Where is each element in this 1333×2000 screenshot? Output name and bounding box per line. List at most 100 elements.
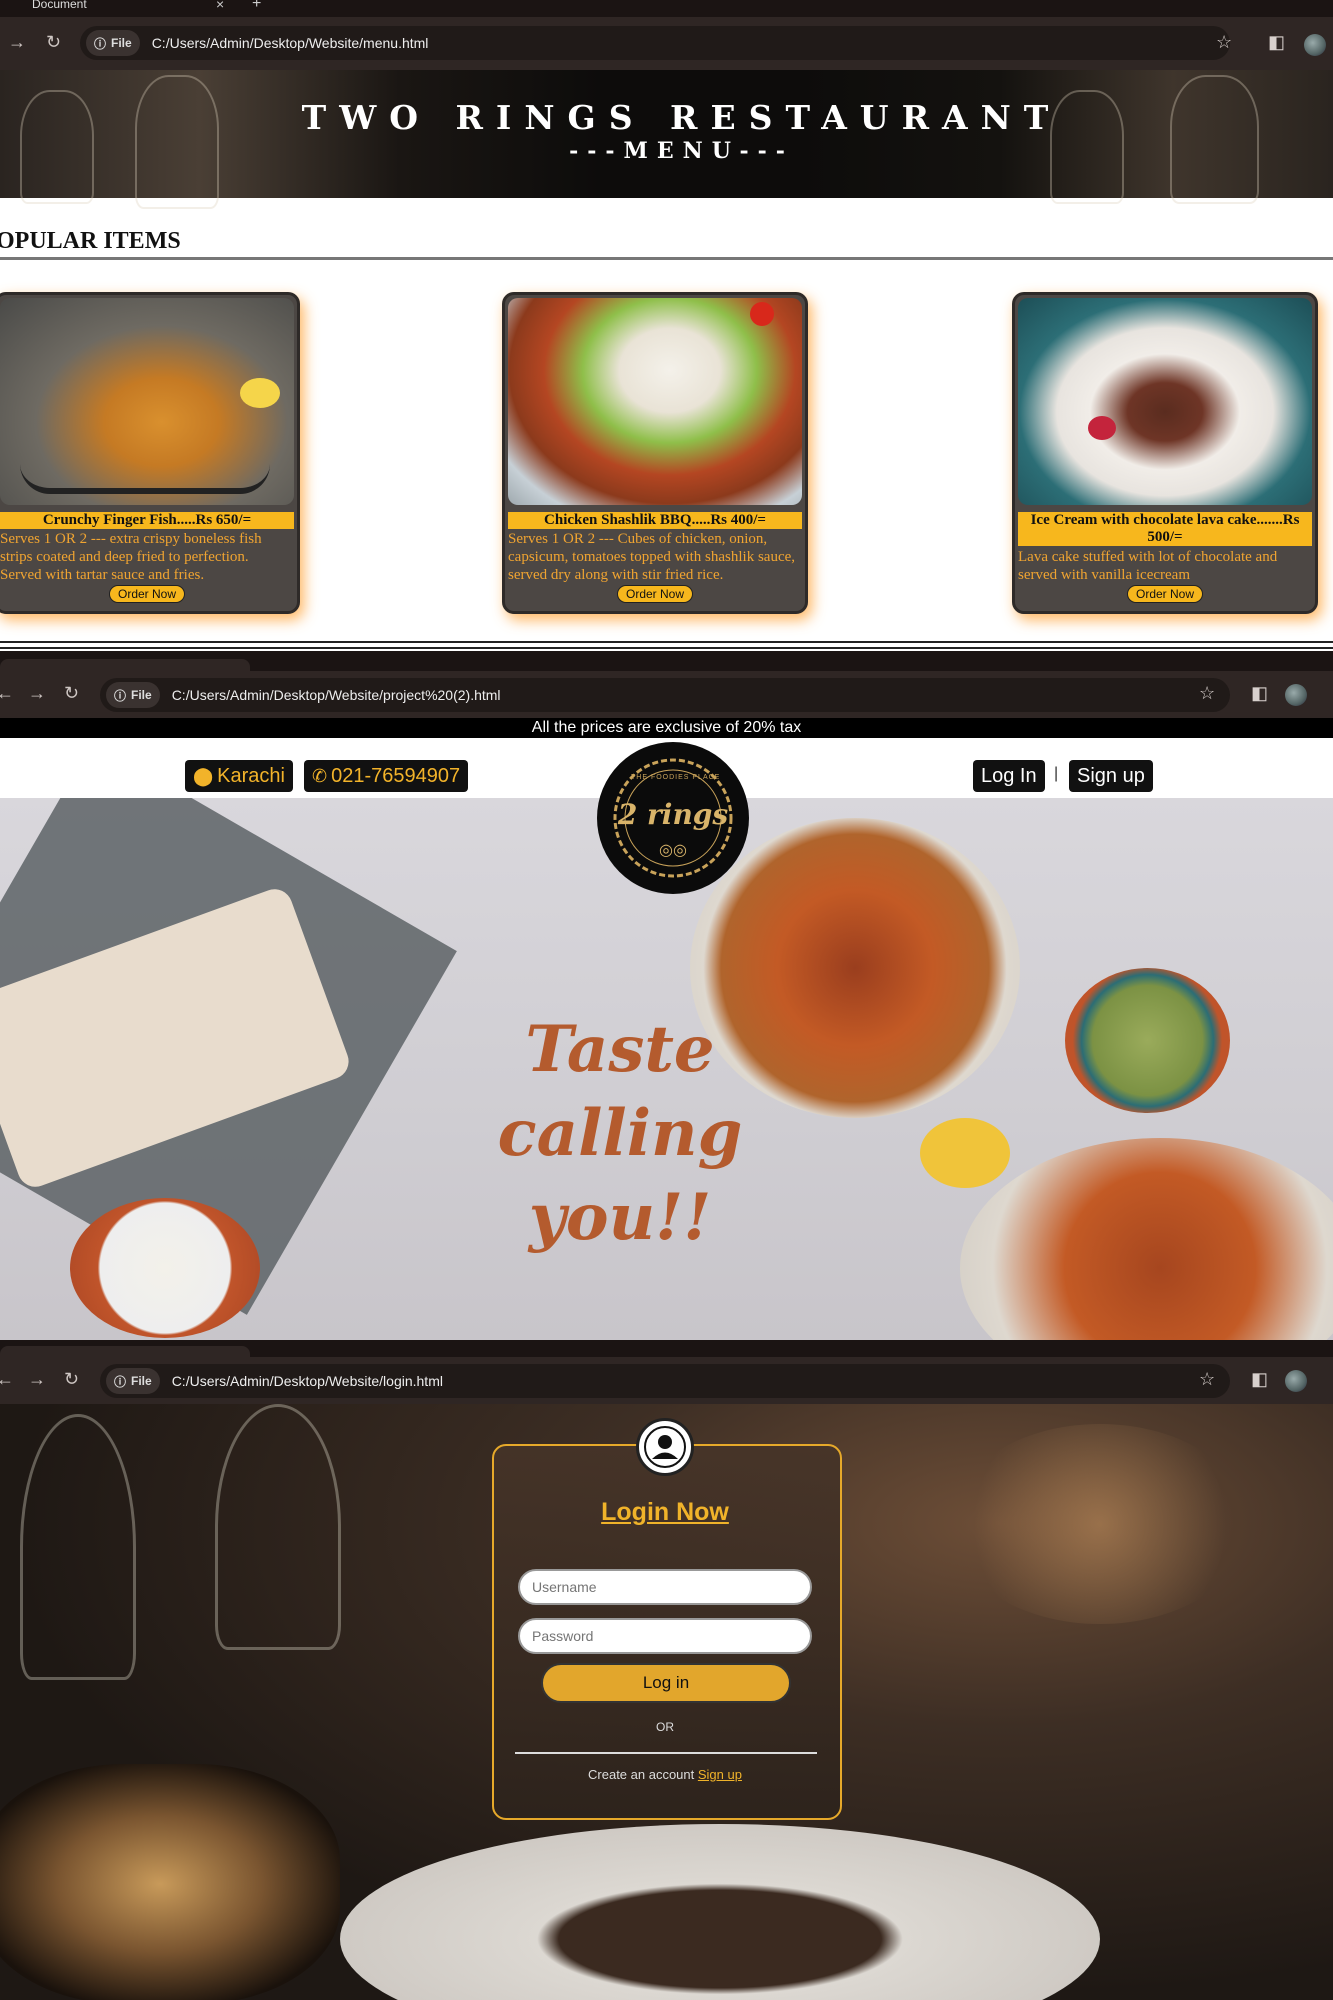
item-description: Serves 1 OR 2 --- Cubes of chicken, onio… <box>508 531 796 583</box>
info-icon: ⓘ <box>114 1374 127 1389</box>
create-account-text: Create an account <box>588 1767 695 1782</box>
tab-title[interactable]: Document <box>32 0 87 11</box>
nav-divider: | <box>1054 765 1059 782</box>
tab-strip: Document × + <box>0 0 1333 17</box>
username-input[interactable] <box>518 1569 812 1605</box>
order-now-button[interactable]: Order Now <box>1126 585 1204 603</box>
lemon-decoration <box>240 378 280 408</box>
item-description: Serves 1 OR 2 --- extra crispy boneless … <box>0 531 262 583</box>
url-text: C:/Users/Admin/Desktop/Website/menu.html <box>151 35 429 51</box>
hero-tagline: Taste calling you!! <box>470 1008 770 1260</box>
address-bar: → ↻ ⓘ File C:/Users/Admin/Desktop/Website… <box>0 17 1333 70</box>
wine-glass-decoration <box>20 1414 136 1680</box>
info-icon: ⓘ <box>94 36 107 51</box>
reload-icon[interactable]: ↻ <box>46 32 61 53</box>
wine-glass-decoration <box>215 1404 341 1650</box>
fish-image <box>0 298 294 505</box>
info-icon: ⓘ <box>114 688 127 703</box>
order-now-button[interactable]: Order Now <box>108 585 186 603</box>
star-icon[interactable]: ☆ <box>1199 1369 1215 1390</box>
address-bar: ← → ↻ ⓘ File C:/Users/Admin/Desktop/Websi… <box>0 671 1333 718</box>
reload-icon[interactable]: ↻ <box>64 683 79 704</box>
tab-active[interactable] <box>0 1346 250 1357</box>
url-field[interactable]: ⓘ File C:/Users/Admin/Desktop/Website/men… <box>80 26 1230 60</box>
login-link[interactable]: Log In <box>973 760 1045 792</box>
sidepanel-icon[interactable]: ◧ <box>1251 683 1268 704</box>
restaurant-logo[interactable]: THE FOODIES PLACE 2 rings ◎◎ <box>597 742 749 894</box>
new-tab-icon[interactable]: + <box>252 0 261 13</box>
hero-line: Taste <box>525 1012 715 1087</box>
url-text: C:/Users/Admin/Desktop/Website/login.htm… <box>171 1373 443 1389</box>
profile-avatar[interactable] <box>1304 34 1326 56</box>
guacamole-bowl <box>1065 968 1230 1113</box>
phone-text: 021-76594907 <box>331 764 461 787</box>
address-bar: ← → ↻ ⓘ File C:/Users/Admin/Desktop/Websi… <box>0 1357 1333 1404</box>
forward-icon[interactable]: → <box>8 32 26 53</box>
lemon-decoration <box>920 1118 1010 1188</box>
back-icon[interactable]: ← <box>0 1369 14 1390</box>
rings-icon: ◎◎ <box>659 842 687 859</box>
profile-avatar[interactable] <box>1285 1370 1307 1392</box>
order-now-button[interactable]: Order Now <box>616 585 694 603</box>
tab-active[interactable] <box>0 659 250 671</box>
menu-card: Ice Cream with chocolate lava cake......… <box>1012 292 1318 614</box>
restaurant-title: TWO RINGS RESTAURANT <box>301 98 1062 137</box>
location-pill[interactable]: ⬤ Karachi <box>185 760 293 792</box>
user-avatar-icon <box>636 1418 694 1476</box>
plate-decoration <box>340 1824 1100 2000</box>
sidepanel-icon[interactable]: ◧ <box>1268 32 1285 53</box>
star-icon[interactable]: ☆ <box>1199 683 1215 704</box>
item-title: Chicken Shashlik BBQ.....Rs 400/= <box>508 512 802 529</box>
menu-icon[interactable]: ⋮ <box>1325 1369 1333 1390</box>
heading-divider <box>0 257 1333 260</box>
star-icon[interactable]: ☆ <box>1216 32 1232 53</box>
fries-plate <box>960 1138 1333 1340</box>
url-field[interactable]: ⓘ File C:/Users/Admin/Desktop/Website/log… <box>100 1364 1230 1398</box>
dip-bowl <box>70 1198 260 1338</box>
login-button[interactable]: Log in <box>541 1663 791 1703</box>
tab-strip <box>0 651 1333 671</box>
item-description: Lava cake stuffed with lot of chocolate … <box>1018 549 1278 583</box>
create-account-line: Create an account Sign up <box>492 1767 838 1782</box>
reload-icon[interactable]: ↻ <box>64 1369 79 1390</box>
logo-ring-text: THE FOODIES PLACE <box>631 774 721 781</box>
hero-line: you!! <box>528 1180 712 1255</box>
form-divider <box>515 1752 817 1754</box>
item-title: Crunchy Finger Fish.....Rs 650/= <box>0 512 294 529</box>
sidepanel-icon[interactable]: ◧ <box>1251 1369 1268 1390</box>
site-info[interactable]: ⓘ File <box>106 1368 160 1394</box>
hero-line: calling <box>497 1096 743 1171</box>
bread-basket <box>0 1764 340 2000</box>
site-info[interactable]: ⓘ File <box>86 30 140 56</box>
signup-link[interactable]: Sign up <box>1069 760 1153 792</box>
close-tab-icon[interactable]: × <box>216 0 224 12</box>
menu-card: Chicken Shashlik BBQ.....Rs 400/= Serves… <box>502 292 808 614</box>
back-icon[interactable]: ← <box>0 683 14 704</box>
menu-subtitle: ---MENU--- <box>569 138 794 164</box>
tax-notice: All the prices are exclusive of 20% tax <box>0 718 1333 738</box>
location-text: Karachi <box>217 764 285 787</box>
login-title: Login Now <box>601 1498 729 1526</box>
url-field[interactable]: ⓘ File C:/Users/Admin/Desktop/Website/pro… <box>100 678 1230 712</box>
site-info[interactable]: ⓘ File <box>106 682 160 708</box>
forward-icon[interactable]: → <box>28 1369 46 1390</box>
signup-link[interactable]: Sign up <box>698 1767 742 1782</box>
section-heading: OPULAR ITEMS <box>0 228 181 254</box>
light-bokeh <box>950 1424 1250 1624</box>
location-pin-icon: ⬤ <box>193 765 214 786</box>
forward-icon[interactable]: → <box>28 683 46 704</box>
or-divider-text: OR <box>656 1720 674 1734</box>
avatar-glyph <box>644 1426 686 1468</box>
fish-basket <box>20 418 270 494</box>
item-title: Ice Cream with chocolate lava cake......… <box>1018 512 1312 546</box>
tomato-decoration <box>750 302 774 326</box>
tab-strip <box>0 1340 1333 1357</box>
profile-avatar[interactable] <box>1285 684 1307 706</box>
phone-pill[interactable]: ✆ 021-76594907 <box>304 760 469 792</box>
raspberry-decoration <box>1088 416 1116 440</box>
menu-icon[interactable]: ⋮ <box>1325 683 1333 704</box>
url-text: C:/Users/Admin/Desktop/Website/project%2… <box>171 687 501 703</box>
lava-cake-image <box>1018 298 1312 505</box>
screenshot-separator <box>0 641 1333 649</box>
password-input[interactable] <box>518 1618 812 1654</box>
